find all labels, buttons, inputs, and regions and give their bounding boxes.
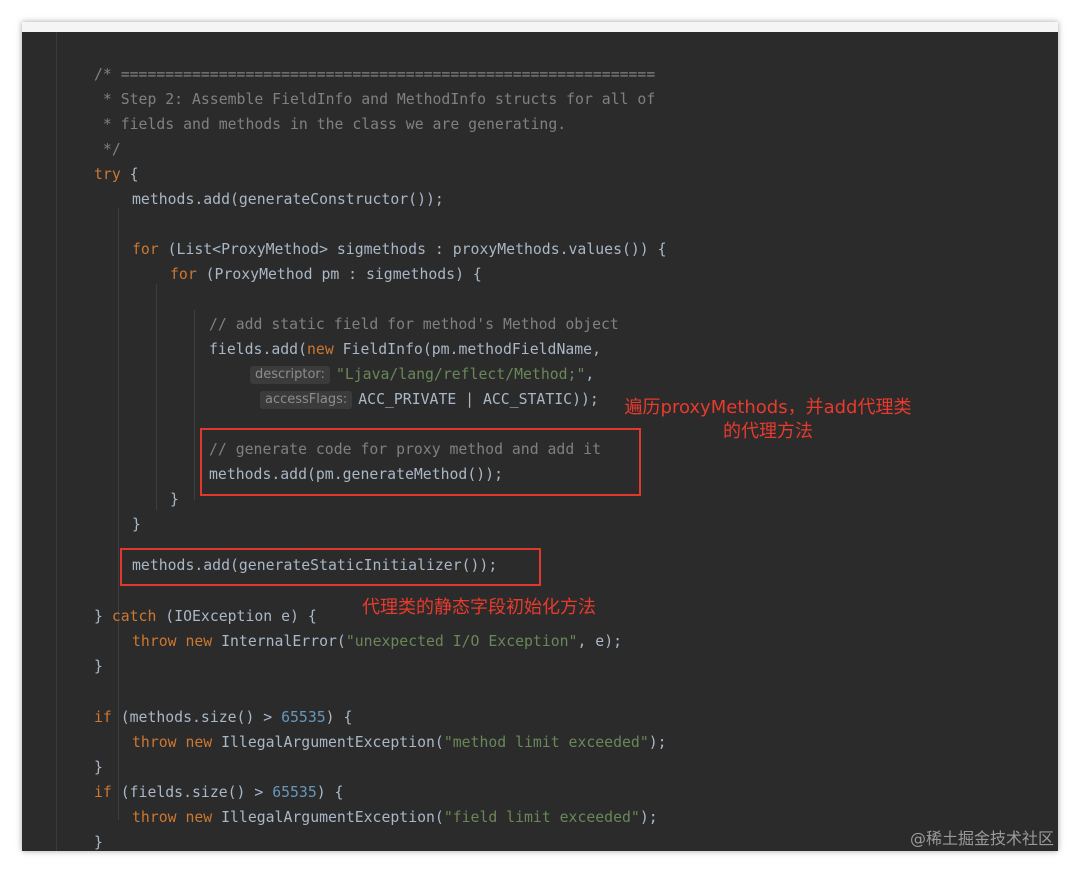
- keyword: for: [132, 241, 159, 258]
- code-line: }: [94, 755, 103, 780]
- number-literal: 65535: [272, 784, 317, 801]
- code-line: }: [170, 487, 179, 512]
- code-text: IllegalArgumentException(: [212, 734, 444, 751]
- string-literal: "field limit exceeded": [443, 809, 640, 826]
- comment-text: */: [94, 141, 121, 158]
- code-line: throw new InternalError("unexpected I/O …: [132, 629, 622, 654]
- keyword: throw: [132, 633, 177, 650]
- parameter-hint: descriptor:: [250, 366, 330, 384]
- code-line: */: [94, 137, 121, 162]
- code-text: (fields.size() >: [111, 784, 273, 801]
- code-line: }: [94, 654, 103, 679]
- code-line: if (fields.size() > 65535) {: [94, 780, 343, 805]
- annotation-line: 的代理方法: [723, 421, 813, 442]
- keyword: for: [170, 266, 197, 283]
- string-literal: "method limit exceeded": [443, 734, 649, 751]
- annotation-proxy-methods: 遍历proxyMethods，并add代理类 的代理方法: [610, 396, 926, 444]
- code-text: }: [170, 491, 179, 508]
- comment-text: /* =====================================…: [94, 66, 656, 83]
- code-text: ACC_PRIVATE | ACC_STATIC));: [358, 391, 599, 408]
- code-text: FieldInfo(pm.methodFieldName,: [333, 341, 601, 358]
- code-text: (IOException e) {: [156, 608, 317, 625]
- annotation-line: 遍历proxyMethods，并add代理类: [624, 397, 912, 418]
- code-line: for (ProxyMethod pm : sigmethods) {: [170, 262, 482, 287]
- code-line: }: [94, 830, 103, 851]
- parameter-hint: accessFlags:: [260, 391, 353, 409]
- code-line: }: [132, 512, 141, 537]
- code-line: descriptor: "Ljava/lang/reflect/Method;",: [250, 362, 594, 387]
- code-line: throw new IllegalArgumentException("meth…: [132, 730, 667, 755]
- code-text: (List<ProxyMethod> sigmethods : proxyMet…: [158, 241, 667, 258]
- code-text: }: [94, 834, 103, 851]
- keyword: catch: [111, 608, 157, 625]
- code-line: methods.add(generateConstructor());: [132, 187, 444, 212]
- code-text: ) {: [325, 709, 353, 726]
- code-text: , e);: [577, 633, 623, 650]
- keyword: if: [94, 784, 112, 801]
- annotation-line: 代理类的静态字段初始化方法: [362, 597, 596, 618]
- code-line: if (methods.size() > 65535) {: [94, 705, 352, 730]
- string-literal: "Ljava/lang/reflect/Method;": [335, 366, 586, 383]
- code-text: (methods.size() >: [111, 709, 282, 726]
- watermark: @稀土掘金技术社区: [909, 829, 1054, 848]
- annotation-static-initializer: 代理类的静态字段初始化方法: [362, 596, 596, 620]
- keyword: if: [94, 709, 112, 726]
- code-text: );: [639, 809, 658, 826]
- code-text: );: [648, 734, 667, 751]
- code-text: {: [120, 166, 139, 183]
- highlight-box-static-initializer: [120, 548, 541, 586]
- code-line: /* =====================================…: [94, 62, 655, 87]
- code-line: try {: [94, 162, 139, 187]
- code-text: InternalError(: [212, 633, 346, 650]
- keyword: throw: [132, 809, 177, 826]
- code-line: for (List<ProxyMethod> sigmethods : prox…: [132, 237, 667, 262]
- code-line: // add static field for method's Method …: [209, 312, 619, 337]
- comment-text: * fields and methods in the class we are…: [94, 116, 567, 133]
- keyword: new: [185, 633, 213, 650]
- string-literal: "unexpected I/O Exception": [345, 633, 578, 650]
- keyword: new: [185, 734, 213, 751]
- code-text: fields.add(: [209, 341, 307, 358]
- comment-text: * Step 2: Assemble FieldInfo and MethodI…: [94, 91, 656, 108]
- code-text: }: [132, 516, 141, 533]
- code-text: methods.add(generateConstructor());: [132, 191, 444, 208]
- keyword: try: [94, 166, 121, 183]
- keyword: new: [307, 341, 334, 358]
- code-line: throw new IllegalArgumentException("fiel…: [132, 805, 658, 830]
- code-line: * Step 2: Assemble FieldInfo and MethodI…: [94, 87, 655, 112]
- code-text: }: [94, 608, 112, 625]
- code-line: fields.add(new FieldInfo(pm.methodFieldN…: [209, 337, 601, 362]
- code-text: (ProxyMethod pm : sigmethods) {: [196, 266, 482, 283]
- highlight-box-generate-method: [200, 428, 641, 496]
- keyword: new: [185, 809, 213, 826]
- number-literal: 65535: [281, 709, 326, 726]
- code-line: * fields and methods in the class we are…: [94, 112, 566, 137]
- code-line: } catch (IOException e) {: [94, 604, 317, 629]
- code-text: IllegalArgumentException(: [212, 809, 444, 826]
- comment-text: // add static field for method's Method …: [209, 316, 619, 333]
- code-text: }: [94, 759, 103, 776]
- keyword: throw: [132, 734, 177, 751]
- code-text: }: [94, 658, 103, 675]
- code-line: accessFlags: ACC_PRIVATE | ACC_STATIC));: [260, 387, 599, 412]
- code-text: ,: [585, 366, 595, 383]
- code-text: ) {: [316, 784, 344, 801]
